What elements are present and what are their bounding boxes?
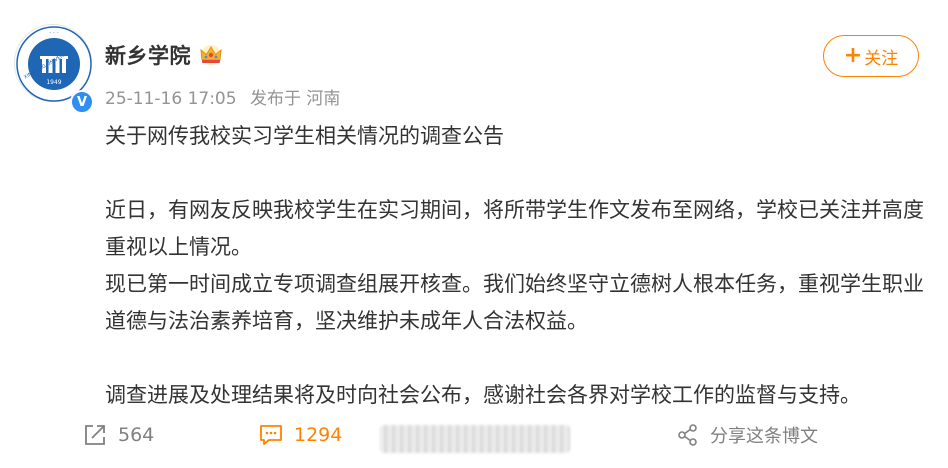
repost-count: 564 (118, 424, 155, 446)
post-source: 发布于 河南 (249, 89, 341, 109)
post-date[interactable]: 25-11-16 17:05 (105, 89, 237, 109)
follow-button[interactable]: + 关注 (823, 35, 919, 77)
svg-text:· · ·: · · · (49, 30, 59, 37)
share-icon (678, 424, 697, 446)
crown-icon (200, 45, 222, 65)
repost-icon (85, 425, 105, 445)
comment-count: 1294 (294, 424, 343, 446)
post-meta: 25-11-16 17:05 发布于 河南 (105, 84, 348, 109)
like-button-obscured[interactable] (380, 425, 570, 453)
svg-text:1949: 1949 (46, 79, 61, 86)
post-paragraph-1: 近日，有网友反映我校学生在实习期间，将所带学生作文发布至网络，学校已关注并高度重… (105, 198, 924, 259)
post-paragraph-2: 现已第一时间成立专项调查组展开核查。我们始终坚守立德树人根本任务，重视学生职业道… (105, 272, 924, 333)
post-title-line: 关于网传我校实习学生相关情况的调查公告 (105, 124, 504, 148)
post-body: 关于网传我校实习学生相关情况的调查公告 近日，有网友反映我校学生在实习期间，将所… (105, 118, 925, 414)
share-label: 分享这条博文 (710, 426, 818, 447)
comment-button[interactable]: 1294 (258, 420, 342, 450)
follow-label: 关注 (864, 48, 899, 69)
plus-icon: + (843, 43, 863, 68)
repost-button[interactable]: 564 (82, 420, 154, 450)
verified-badge-icon: V (70, 90, 94, 114)
weibo-post: 1949 XINXIANG UNIVERSITY · · · V 新乡学院 25… (0, 0, 948, 468)
post-paragraph-3: 调查进展及处理结果将及时向社会公布，感谢社会各界对学校工作的监督与支持。 (105, 383, 861, 407)
share-button[interactable]: 分享这条博文 (676, 420, 818, 450)
account-name[interactable]: 新乡学院 (105, 40, 191, 70)
comment-icon (260, 425, 282, 445)
